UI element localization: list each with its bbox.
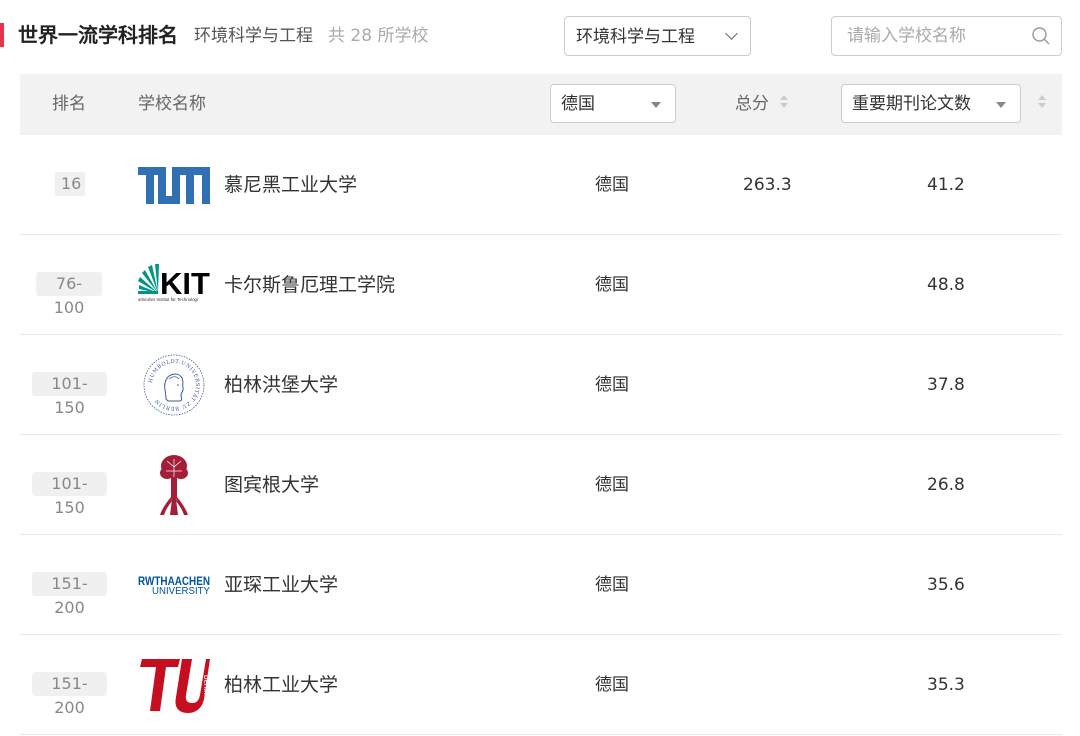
university-name[interactable]: 柏林工业大学 — [224, 672, 338, 698]
university-name[interactable]: 图宾根大学 — [224, 472, 319, 498]
kit-logo: KIT arlsruher Institut für Technologi — [138, 264, 210, 302]
university-name[interactable]: 柏林洪堡大学 — [224, 372, 338, 398]
rank-badge: 151-200 — [32, 572, 107, 617]
rank-badge: 151-200 — [32, 672, 107, 717]
metric-dropdown-value: 重要期刊论文数 — [852, 94, 971, 114]
table-row[interactable]: 151-200 RWTHAACHEN UNIVERSITY 亚琛工业大学 德国 … — [20, 535, 1062, 635]
university-name[interactable]: 慕尼黑工业大学 — [224, 172, 357, 198]
rwth-logo: RWTHAACHEN UNIVERSITY — [138, 576, 210, 597]
country-cell: 德国 — [595, 275, 629, 295]
sort-icon[interactable] — [780, 95, 788, 111]
rank-badge: 101-150 — [32, 372, 107, 417]
rank-badge: 101-150 — [32, 472, 107, 517]
page-title: 世界一流学科排名 — [18, 23, 178, 47]
tu-berlin-logo-subtext: berlin — [202, 675, 211, 695]
metric-cell: 48.8 — [927, 275, 965, 295]
title-bar: 世界一流学科排名 环境科学与工程 共 28 所学校 环境科学与工程 — [0, 0, 1080, 72]
search-icon[interactable] — [1031, 26, 1051, 46]
tu-berlin-logo-text: TU — [136, 653, 157, 657]
university-name[interactable]: 卡尔斯鲁厄理工学院 — [224, 272, 395, 298]
subject-dropdown-value: 环境科学与工程 — [576, 27, 695, 47]
tu-berlin-logo: berlin TU — [136, 653, 211, 713]
humboldt-seal-text: HUMBOLDT-UNIVERSITÄT ZU BERLIN — [148, 359, 200, 411]
country-filter-value: 德国 — [561, 94, 595, 114]
metric-cell: 35.3 — [927, 675, 965, 695]
humboldt-seal-logo: HUMBOLDT-UNIVERSITÄT ZU BERLIN — [143, 354, 205, 416]
country-filter-dropdown[interactable]: 德国 — [550, 84, 676, 123]
title-accent-bar — [0, 23, 4, 47]
tuebingen-tree-logo — [160, 455, 188, 515]
search-box[interactable] — [831, 16, 1062, 56]
table-row[interactable]: 101-150 HUMBOLDT-UNIVERSITÄT ZU BERLIN 柏… — [20, 335, 1062, 435]
subject-dropdown[interactable]: 环境科学与工程 — [564, 16, 751, 56]
table-header: 排名 学校名称 德国 总分 重要期刊论文数 — [20, 74, 1062, 135]
country-cell: 德国 — [595, 475, 629, 495]
header-school-name: 学校名称 — [138, 94, 206, 114]
metric-dropdown[interactable]: 重要期刊论文数 — [841, 84, 1021, 123]
school-count: 共 28 所学校 — [328, 26, 429, 46]
rank-badge: 16 — [55, 172, 85, 196]
chevron-down-icon — [725, 27, 738, 40]
svg-text:HUMBOLDT-UNIVERSITÄT ZU BERLIN: HUMBOLDT-UNIVERSITÄT ZU BERLIN — [148, 359, 200, 411]
kit-logo-text: KIT — [160, 266, 210, 301]
table-row[interactable]: 151-200 berlin TU 柏林工业大学 德国 35.3 — [20, 635, 1062, 735]
kit-logo-subtext: arlsruher Institut für Technologi — [138, 297, 198, 302]
tum-logo — [138, 167, 210, 204]
header-total-score[interactable]: 总分 — [735, 93, 769, 115]
ranking-table-body: 16 慕尼黑工业大学 德国 263.3 41.2 76-100 KIT arls… — [20, 135, 1062, 735]
rank-badge: 76-100 — [36, 272, 102, 317]
university-name[interactable]: 亚琛工业大学 — [224, 572, 338, 598]
dropdown-arrow-icon — [651, 102, 661, 108]
table-row[interactable]: 101-150 图宾根大学 德国 26.8 — [20, 435, 1062, 535]
country-cell: 德国 — [595, 175, 629, 195]
search-input[interactable] — [833, 18, 1023, 54]
metric-cell: 26.8 — [927, 475, 965, 495]
dropdown-arrow-icon — [996, 102, 1006, 108]
country-cell: 德国 — [595, 375, 629, 395]
table-row[interactable]: 76-100 KIT arlsruher Institut für Techno… — [20, 235, 1062, 335]
subject-label: 环境科学与工程 — [194, 26, 313, 46]
country-cell: 德国 — [595, 575, 629, 595]
metric-cell: 41.2 — [927, 175, 965, 195]
header-rank: 排名 — [52, 94, 86, 114]
total-score-cell: 263.3 — [743, 175, 792, 195]
metric-cell: 35.6 — [927, 575, 965, 595]
country-cell: 德国 — [595, 675, 629, 695]
table-row[interactable]: 16 慕尼黑工业大学 德国 263.3 41.2 — [20, 135, 1062, 235]
sort-icon[interactable] — [1038, 95, 1046, 111]
rwth-logo-subtext: UNIVERSITY — [152, 586, 210, 597]
metric-cell: 37.8 — [927, 375, 965, 395]
